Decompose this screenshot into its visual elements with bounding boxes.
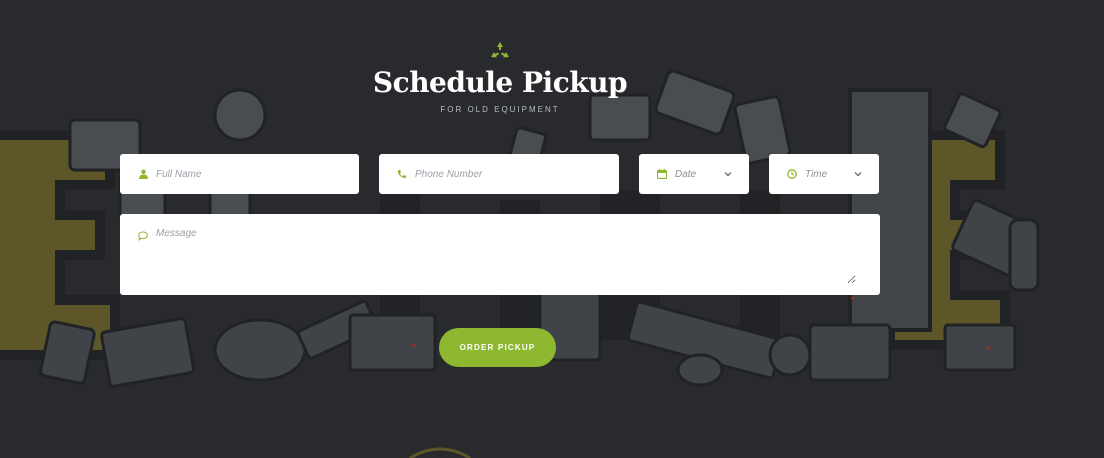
- chat-bubble-icon: [136, 229, 150, 243]
- date-value: Date: [675, 168, 697, 180]
- chevron-down-icon: [854, 172, 862, 177]
- calendar-icon: [655, 167, 669, 181]
- date-select[interactable]: Date: [639, 154, 749, 194]
- time-value: Time: [805, 168, 828, 180]
- phone-field[interactable]: [379, 154, 619, 194]
- time-select[interactable]: Time: [769, 154, 879, 194]
- message-input[interactable]: [156, 228, 856, 284]
- page-subtitle: FOR OLD EQUIPMENT: [440, 105, 560, 114]
- chevron-down-icon: [724, 172, 732, 177]
- clock-icon: [785, 167, 799, 181]
- page-title: Schedule Pickup: [372, 66, 628, 99]
- user-icon: [136, 167, 150, 181]
- phone-input[interactable]: [415, 168, 605, 180]
- message-field[interactable]: [120, 214, 880, 295]
- full-name-input[interactable]: [156, 168, 346, 180]
- order-pickup-button[interactable]: ORDER PICKUP: [439, 328, 556, 367]
- phone-icon: [395, 167, 409, 181]
- full-name-field[interactable]: [120, 154, 359, 194]
- recycle-icon: [491, 42, 509, 58]
